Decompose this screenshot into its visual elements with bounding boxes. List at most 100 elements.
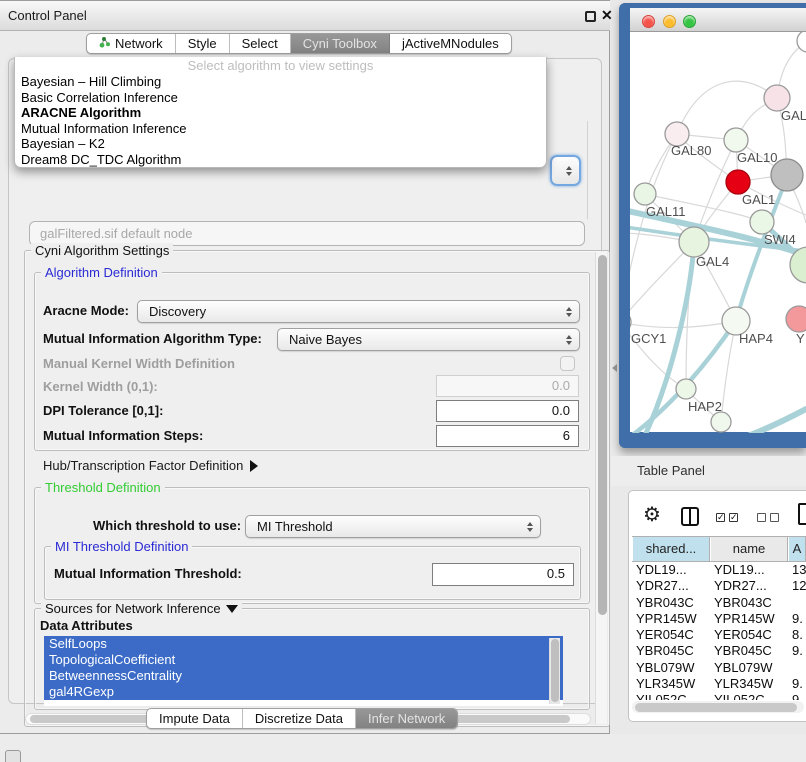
algorithm-option[interactable]: Dream8 DC_TDC Algorithm (15, 152, 546, 168)
mi-threshold-field[interactable]: 0.5 (432, 563, 574, 586)
control-panel-window: Control Panel ✕ NetworkStyleSelectCyni T… (0, 0, 610, 734)
column-header[interactable]: shared... (632, 537, 710, 561)
network-node-gal11[interactable] (634, 183, 656, 205)
network-node-gal4[interactable] (679, 227, 709, 257)
algorithm-option[interactable]: ARACNE Algorithm (15, 105, 546, 121)
network-canvas[interactable]: GALGAL80GAL10GAL1GAL11SWI4GAL4GCY1HAP4YH… (630, 32, 806, 432)
combo-arrows-icon (566, 166, 572, 176)
unchecked-box-icon[interactable] (770, 513, 779, 522)
attribute-item[interactable]: SelfLoops (44, 636, 563, 652)
zoom-traffic-icon[interactable] (683, 15, 696, 28)
network-icon (99, 36, 111, 51)
attribute-item[interactable]: gal4RGexp (44, 684, 563, 700)
expand-arrow-icon[interactable] (250, 460, 258, 472)
kernel-width-label: Kernel Width (0,1): (43, 378, 158, 395)
mi-steps-field[interactable]: 6 (436, 425, 579, 447)
column-header[interactable]: name (710, 537, 788, 561)
table-row[interactable]: YDL19...YDL19...13 (632, 562, 806, 578)
network-node[interactable] (711, 412, 731, 432)
tab-discretize-data[interactable]: Discretize Data (243, 709, 356, 728)
network-window-titlebar[interactable] (630, 8, 806, 32)
minimized-panel-icon[interactable] (5, 750, 21, 762)
tab-network[interactable]: Network (87, 34, 176, 53)
table-row[interactable]: YPR145WYPR145W9. (632, 611, 806, 627)
checked-box-icon[interactable]: ✓ (716, 513, 725, 522)
table-row[interactable]: YBL079WYBL079W (632, 660, 806, 676)
tab-cyni-toolbox[interactable]: Cyni Toolbox (291, 34, 390, 53)
hub-definition-label: Hub/Transcription Factor Definition (43, 457, 243, 474)
mi-steps-label: Mutual Information Steps: (43, 425, 203, 447)
panel-divider-grip[interactable] (612, 364, 617, 372)
network-node-y[interactable] (786, 306, 806, 332)
manual-kernel-checkbox[interactable] (560, 356, 575, 371)
network-node-gcy1[interactable] (630, 311, 631, 333)
network-node-gal1[interactable] (726, 170, 750, 194)
attributes-scrollbar[interactable] (549, 638, 560, 704)
collapse-arrow-icon[interactable] (226, 605, 238, 613)
gear-icon[interactable]: ⚙ (643, 502, 661, 527)
minimize-traffic-icon[interactable] (663, 15, 676, 28)
groupbox-edge (587, 121, 588, 219)
checked-box-icon[interactable]: ✓ (729, 513, 738, 522)
tab-impute-data[interactable]: Impute Data (147, 709, 243, 728)
table-row[interactable]: YIL052CYIL052C9 (632, 692, 806, 700)
table-horizontal-scrollbar[interactable] (632, 701, 804, 713)
close-traffic-icon[interactable] (642, 15, 655, 28)
combo-arrows-icon (566, 335, 572, 345)
network-node[interactable] (771, 159, 803, 191)
table-row[interactable]: YLR345WYLR345W9. (632, 676, 806, 692)
table-row[interactable]: YBR045CYBR045C9. (632, 643, 806, 659)
tab-jactivemnodules[interactable]: jActiveMNodules (390, 34, 511, 53)
node-label: Y (796, 331, 805, 346)
data-attributes-header: Data Attributes (40, 617, 133, 634)
hub-definition-expander[interactable]: Hub/Transcription Factor Definition (43, 457, 258, 474)
node-label: GAL4 (696, 254, 729, 269)
tab-style[interactable]: Style (176, 34, 230, 53)
table-row[interactable]: YBR043CYBR043C (632, 595, 806, 611)
data-attributes-list: SelfLoopsTopologicalCoefficientBetweenne… (44, 636, 563, 706)
table-body: YDL19...YDL19...13YDR27...YDR27...12YBR0… (632, 562, 806, 700)
dpi-tolerance-field[interactable]: 0.0 (436, 400, 579, 422)
control-panel-title: Control Panel (8, 8, 87, 23)
float-window-icon[interactable] (585, 11, 596, 22)
control-panel-titlebar: Control Panel ✕ (0, 1, 610, 31)
table-panel-title: Table Panel (637, 463, 705, 478)
mi-type-value: Naive Bayes (289, 332, 362, 347)
algorithm-option[interactable]: Mutual Information Inference (15, 121, 546, 137)
which-threshold-combo[interactable]: MI Threshold (245, 515, 541, 538)
kernel-width-field[interactable]: 0.0 (436, 375, 579, 397)
network-node-swi4[interactable] (750, 210, 774, 234)
column-header[interactable]: A (788, 537, 806, 561)
settings-vertical-scrollbar[interactable] (595, 252, 607, 724)
table-row[interactable]: YDR27...YDR27...12 (632, 578, 806, 594)
algorithm-option[interactable]: Basic Correlation Inference (15, 90, 546, 106)
mi-type-combo[interactable]: Naive Bayes (277, 328, 580, 351)
node-label: HAP4 (739, 331, 773, 346)
close-icon[interactable]: ✕ (601, 7, 613, 24)
attribute-item[interactable]: BetweennessCentrality (44, 668, 563, 684)
tab-select[interactable]: Select (230, 34, 291, 53)
unchecked-box-icon[interactable] (757, 513, 766, 522)
mi-threshold-label: Mutual Information Threshold: (54, 563, 242, 585)
attribute-item[interactable]: TopologicalCoefficient (44, 652, 563, 668)
node-label: HAP2 (688, 399, 722, 414)
network-node-hap2[interactable] (676, 379, 696, 399)
table-row[interactable]: YER054CYER054C8. (632, 627, 806, 643)
dpi-tolerance-label: DPI Tolerance [0,1]: (43, 400, 163, 422)
cyni-algorithm-settings-title: Cyni Algorithm Settings (31, 243, 173, 258)
manual-kernel-label: Manual Kernel Width Definition (43, 355, 235, 372)
algorithm-option[interactable]: Bayesian – K2 (15, 136, 546, 152)
node-label: GAL11 (646, 204, 686, 219)
aracne-mode-value: Discovery (149, 304, 206, 319)
tab-infer-network[interactable]: Infer Network (356, 709, 457, 728)
document-icon[interactable] (798, 503, 806, 525)
inference-algorithm-combo[interactable] (550, 155, 581, 186)
sources-group-title: Sources for Network Inference (41, 601, 242, 616)
algorithm-popup-prompt: Select algorithm to view settings (15, 57, 546, 74)
network-node-gal10[interactable] (724, 128, 748, 152)
split-columns-icon[interactable] (681, 507, 699, 526)
aracne-mode-combo[interactable]: Discovery (137, 300, 580, 323)
aracne-mode-label: Aracne Mode: (43, 300, 129, 322)
screen: Control Panel ✕ NetworkStyleSelectCyni T… (0, 0, 806, 762)
algorithm-option[interactable]: Bayesian – Hill Climbing (15, 74, 546, 90)
